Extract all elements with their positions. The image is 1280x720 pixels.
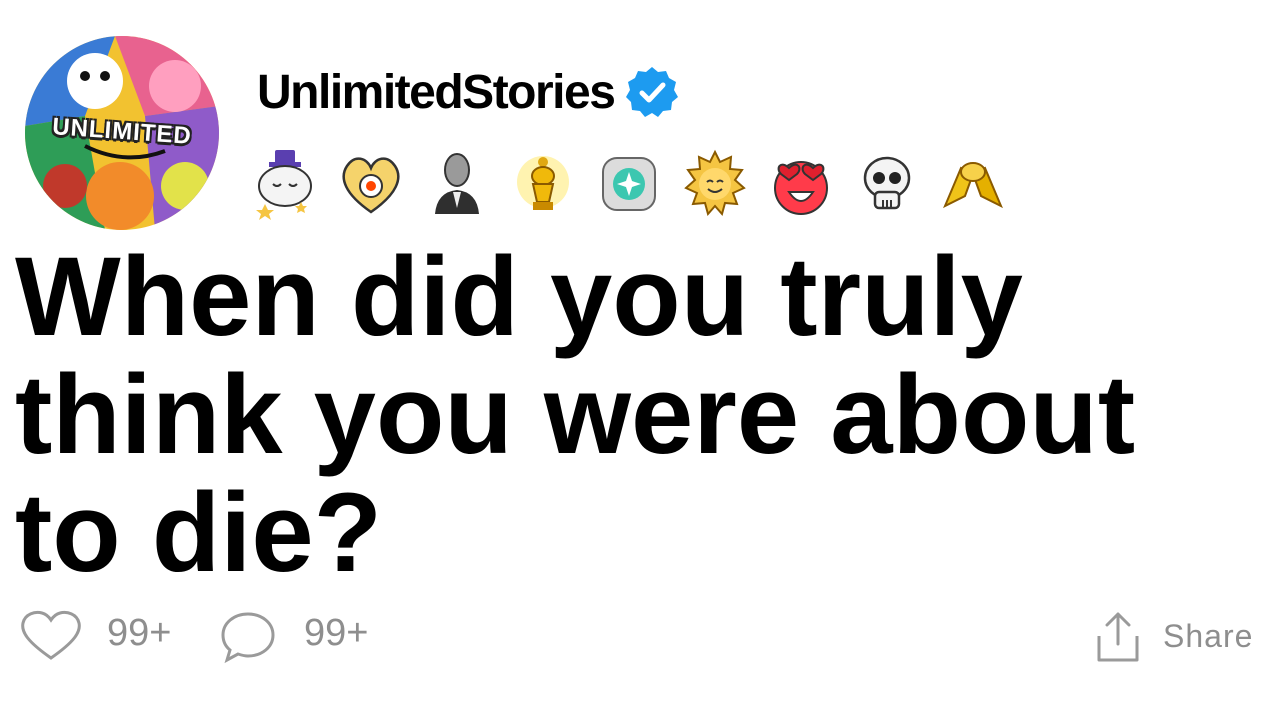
award-badges	[251, 148, 1025, 220]
comment-icon[interactable]	[217, 608, 279, 666]
heart-award-icon	[337, 148, 405, 220]
heart-eyes-award-icon	[767, 148, 835, 220]
post-actions: 99+ 99+ Share	[0, 600, 1280, 670]
sleeping-star-award-icon	[251, 148, 319, 220]
bust-statue-award-icon	[423, 148, 491, 220]
share-icon[interactable]	[1093, 608, 1143, 664]
share-button[interactable]: Share	[1163, 618, 1253, 655]
gold-trophy-award-icon	[509, 148, 577, 220]
comments-count: 99+	[304, 612, 369, 654]
heart-icon[interactable]	[18, 608, 84, 664]
sun-award-icon	[681, 148, 749, 220]
likes-count: 99+	[107, 612, 172, 654]
verified-check-icon	[626, 67, 679, 117]
skull-award-icon	[853, 148, 921, 220]
gem-award-icon	[595, 148, 663, 220]
author-row: UnlimitedStories	[257, 62, 680, 122]
avatar[interactable]: UNLIMITED	[25, 36, 219, 230]
post-title[interactable]: When did you truly think you were about …	[15, 238, 1265, 592]
username[interactable]: UnlimitedStories	[257, 65, 616, 120]
handshake-award-icon	[939, 148, 1007, 220]
